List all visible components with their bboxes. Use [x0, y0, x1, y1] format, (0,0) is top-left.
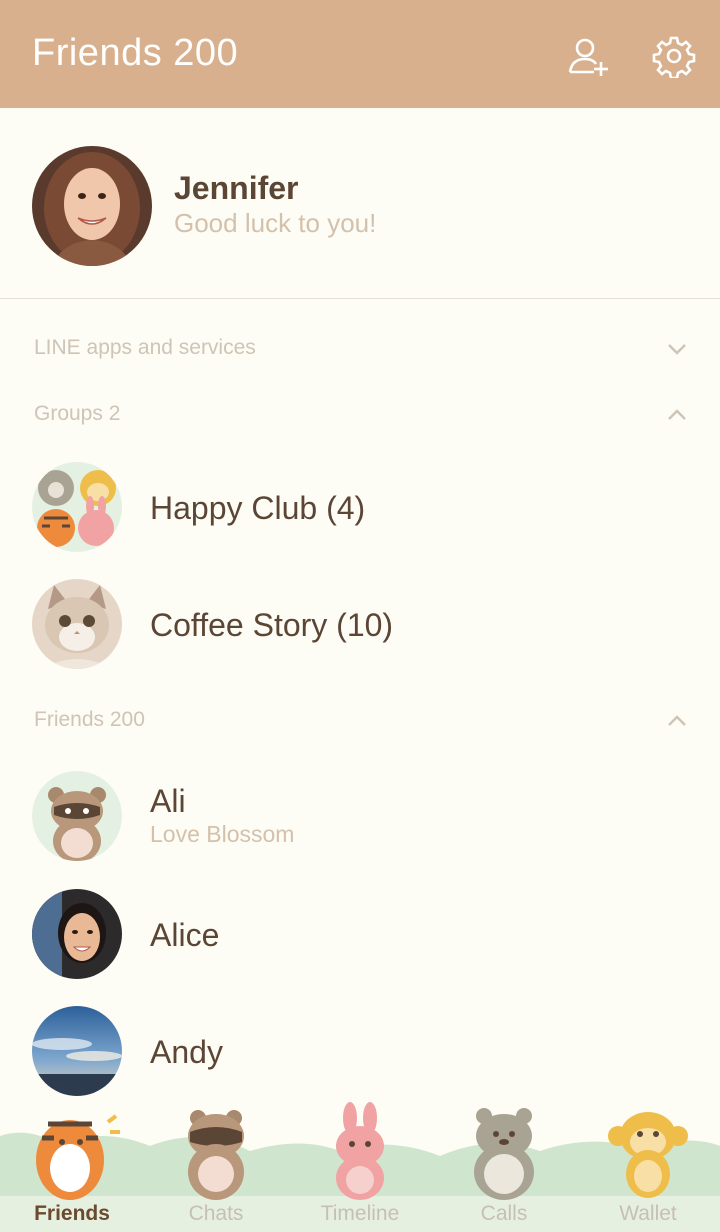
friend-status-message: Love Blossom [150, 821, 295, 847]
my-profile[interactable]: Jennifer Good luck to you! [0, 108, 720, 299]
friend-name: Andy [150, 1034, 223, 1070]
rabbit-icon [336, 1102, 384, 1200]
section-friends[interactable]: Friends 200 [0, 692, 720, 752]
tiger-icon [36, 1114, 120, 1200]
group-avatar [32, 579, 122, 669]
profile-name: Jennifer [174, 170, 299, 206]
page-title: Friends 200 [32, 32, 239, 74]
tab-label: Chats [188, 1202, 244, 1225]
friend-name: Alice [150, 917, 220, 953]
avatar [32, 889, 122, 979]
monkey-icon [608, 1112, 688, 1198]
app-header: Friends 200 [0, 0, 720, 108]
raccoon-icon [188, 1110, 244, 1200]
chevron-up-icon[interactable] [666, 710, 688, 732]
tab-timeline[interactable]: Timeline [288, 1096, 432, 1232]
bottom-tab-bar: Friends Chats Timeline Calls Wallet [0, 1096, 720, 1232]
chevron-up-icon[interactable] [666, 404, 688, 426]
group-name: Happy Club (4) [150, 490, 366, 526]
settings-gear-icon[interactable] [652, 34, 696, 80]
friend-row-andy[interactable]: Andy [0, 996, 720, 1106]
section-label: LINE apps and services [34, 336, 256, 359]
tab-wallet[interactable]: Wallet [576, 1096, 720, 1232]
section-label: Groups 2 [34, 402, 121, 425]
tab-chats[interactable]: Chats [144, 1096, 288, 1232]
tab-label: Calls [480, 1202, 528, 1225]
group-avatar [32, 462, 122, 552]
friend-row-ali[interactable]: Ali Love Blossom [0, 761, 720, 871]
group-name: Coffee Story (10) [150, 607, 394, 643]
add-friend-icon[interactable] [566, 34, 610, 78]
group-row-coffee-story[interactable]: Coffee Story (10) [0, 569, 720, 679]
friend-row-alice[interactable]: Alice [0, 879, 720, 989]
section-groups[interactable]: Groups 2 [0, 386, 720, 446]
section-label: Friends 200 [34, 708, 145, 731]
friend-name: Ali [150, 783, 186, 819]
avatar[interactable] [32, 146, 152, 266]
tab-calls[interactable]: Calls [432, 1096, 576, 1232]
tab-label: Timeline [320, 1202, 400, 1225]
avatar [32, 1006, 122, 1096]
chevron-down-icon[interactable] [666, 338, 688, 360]
avatar [32, 771, 122, 861]
profile-status-message: Good luck to you! [174, 208, 377, 238]
bear-icon [474, 1108, 534, 1200]
section-line-apps[interactable]: LINE apps and services [0, 320, 720, 380]
tab-label: Wallet [619, 1202, 677, 1225]
group-row-happy-club[interactable]: Happy Club (4) [0, 452, 720, 562]
tab-label: Friends [34, 1202, 110, 1225]
tab-friends[interactable]: Friends [0, 1096, 144, 1232]
